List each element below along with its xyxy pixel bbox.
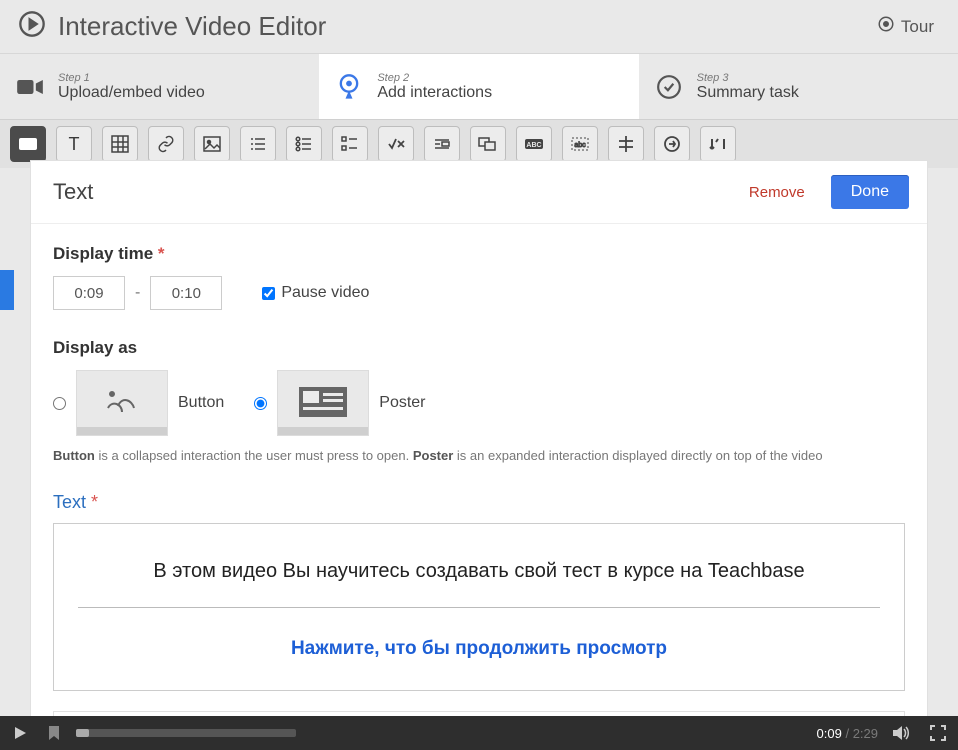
poster-radio[interactable]	[254, 397, 267, 410]
help-button-desc: is a collapsed interaction the user must…	[95, 448, 413, 463]
step-number: Step 1	[58, 72, 205, 84]
text-section-label-text: Text	[53, 492, 86, 512]
time-display: 0:09 / 2:29	[817, 726, 878, 741]
video-player-bar: 0:09 / 2:29	[0, 716, 958, 750]
step-title: Summary task	[697, 84, 799, 102]
header-title-group: Interactive Video Editor	[18, 10, 326, 43]
more-tools-icon[interactable]	[700, 126, 736, 162]
progress-fill	[76, 729, 89, 737]
panel-body: Display time * - Pause video Display as …	[31, 224, 927, 719]
help-poster-desc: is an expanded interaction displayed dir…	[453, 448, 822, 463]
display-as-button[interactable]: Button	[53, 370, 224, 436]
check-circle-icon	[655, 73, 683, 101]
multiple-choice-tool-icon[interactable]	[332, 126, 368, 162]
single-choice-tool-icon[interactable]	[286, 126, 322, 162]
table-tool-icon[interactable]	[102, 126, 138, 162]
tour-label: Tour	[901, 17, 934, 37]
required-mark: *	[158, 244, 165, 263]
target-icon	[877, 15, 895, 38]
statements-tool-icon[interactable]	[240, 126, 276, 162]
poster-preview-icon	[277, 370, 369, 436]
done-button[interactable]: Done	[831, 175, 909, 209]
step-title: Add interactions	[377, 84, 492, 102]
dash: -	[135, 284, 140, 302]
time-to-input[interactable]	[150, 276, 222, 310]
display-time-label: Display time *	[53, 244, 905, 264]
text-content-box[interactable]: В этом видео Вы научитесь создавать свой…	[53, 523, 905, 691]
content-divider	[78, 607, 880, 608]
text-tool-icon[interactable]: T	[56, 126, 92, 162]
image-tool-icon[interactable]	[194, 126, 230, 162]
mark-words-tool-icon[interactable]: ABC	[516, 126, 552, 162]
display-time-label-text: Display time	[53, 244, 153, 263]
content-line-2: Нажмите, что бы продолжить просмотр	[72, 638, 886, 660]
tour-button[interactable]: Tour	[877, 15, 934, 38]
content-line-1: В этом видео Вы научитесь создавать свой…	[72, 560, 886, 583]
button-preview-icon	[76, 370, 168, 436]
display-as-label: Display as	[53, 338, 905, 358]
video-camera-icon	[16, 73, 44, 101]
step-text: Step 2 Add interactions	[377, 72, 492, 102]
help-button-word: Button	[53, 448, 95, 463]
time-total-value: 2:29	[853, 726, 878, 741]
poster-caption: Poster	[379, 394, 425, 412]
time-from-input[interactable]	[53, 276, 125, 310]
play-icon[interactable]	[8, 721, 32, 745]
crossroads-tool-icon[interactable]	[608, 126, 644, 162]
touch-icon	[335, 73, 363, 101]
step-add-interactions[interactable]: Step 2 Add interactions	[319, 54, 638, 119]
fullscreen-icon[interactable]	[926, 721, 950, 745]
display-time-row: - Pause video	[53, 276, 905, 310]
navigation-hotspot-tool-icon[interactable]	[654, 126, 690, 162]
remove-button[interactable]: Remove	[749, 184, 805, 201]
display-as-options: Button Poster	[53, 370, 905, 436]
steps-tabs: Step 1 Upload/embed video Step 2 Add int…	[0, 54, 958, 120]
panel-header: Text Remove Done	[31, 161, 927, 224]
button-radio[interactable]	[53, 397, 66, 410]
panel-title: Text	[53, 179, 93, 205]
app-header: Interactive Video Editor Tour	[0, 0, 958, 54]
svg-text:ABC: ABC	[526, 142, 541, 149]
true-false-tool-icon[interactable]	[378, 126, 414, 162]
step-number: Step 3	[697, 72, 799, 84]
pause-checkbox[interactable]	[262, 287, 275, 300]
time-current: 0:09	[817, 726, 842, 741]
step-summary[interactable]: Step 3 Summary task	[639, 54, 958, 119]
progress-bar[interactable]	[76, 729, 296, 737]
display-as-poster[interactable]: Poster	[254, 370, 425, 436]
step-title: Upload/embed video	[58, 84, 205, 102]
player-right-controls: 0:09 / 2:29	[817, 721, 950, 745]
drag-text-tool-icon[interactable]: abc	[562, 126, 598, 162]
svg-text:abc: abc	[574, 142, 586, 149]
step-upload[interactable]: Step 1 Upload/embed video	[0, 54, 319, 119]
step-text: Step 1 Upload/embed video	[58, 72, 205, 102]
text-section-label: Text *	[53, 492, 905, 513]
volume-icon[interactable]	[890, 721, 914, 745]
required-mark: *	[91, 492, 98, 512]
pause-video-option[interactable]: Pause video	[262, 284, 369, 302]
text-interaction-panel: Text Remove Done Display time * - Pause …	[30, 160, 928, 720]
button-caption: Button	[178, 394, 224, 412]
label-tool-icon[interactable]	[10, 126, 46, 162]
play-circle-icon	[18, 10, 46, 43]
time-total: / 2:29	[845, 726, 878, 741]
bookmark-icon[interactable]	[42, 721, 66, 745]
link-tool-icon[interactable]	[148, 126, 184, 162]
drag-drop-tool-icon[interactable]	[470, 126, 506, 162]
fill-blanks-tool-icon[interactable]	[424, 126, 460, 162]
page-title: Interactive Video Editor	[58, 11, 326, 42]
display-as-help: Button is a collapsed interaction the us…	[53, 446, 905, 466]
help-poster-word: Poster	[413, 448, 453, 463]
step-number: Step 2	[377, 72, 492, 84]
side-tab[interactable]	[0, 270, 14, 310]
step-text: Step 3 Summary task	[697, 72, 799, 102]
pause-label: Pause video	[281, 284, 369, 302]
